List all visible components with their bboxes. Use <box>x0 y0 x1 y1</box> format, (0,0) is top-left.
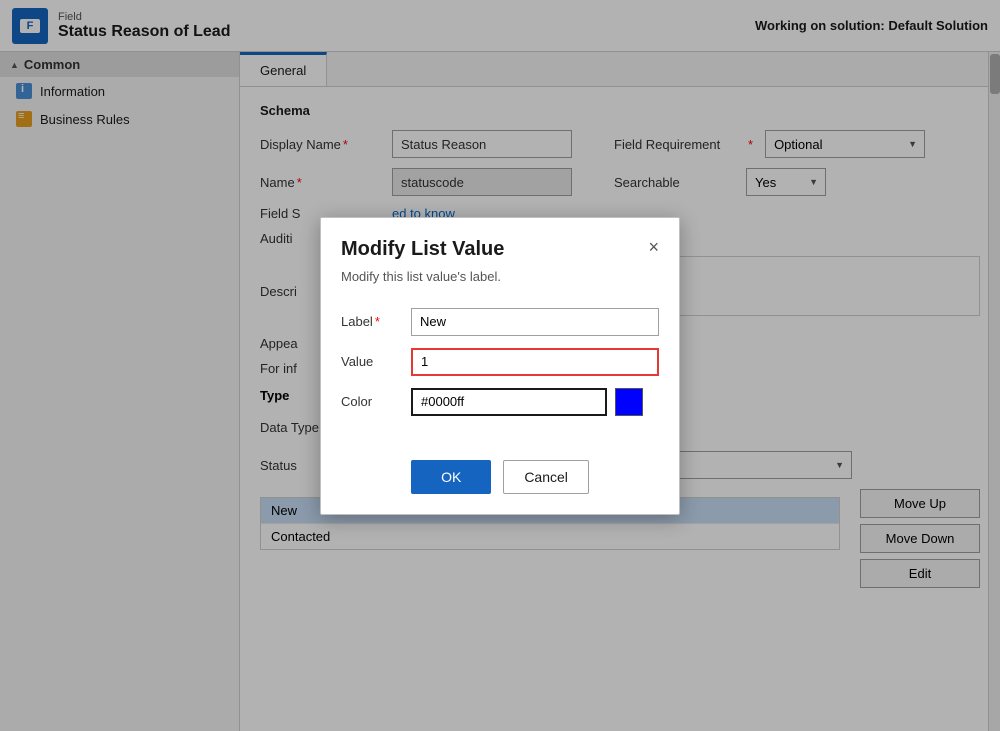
dialog-footer: OK Cancel <box>321 448 679 514</box>
value-field-input[interactable] <box>411 348 659 376</box>
dialog-body: Label* Value Color <box>321 300 679 448</box>
dialog-label-row: Label* <box>341 308 659 336</box>
color-field-input[interactable] <box>411 388 607 416</box>
dialog-header: Modify List Value × <box>321 218 679 269</box>
color-swatch[interactable] <box>615 388 643 416</box>
value-field-label: Value <box>341 354 401 369</box>
color-input-group <box>411 388 643 416</box>
label-field-input[interactable] <box>411 308 659 336</box>
dialog-subtitle: Modify this list value's label. <box>321 269 679 300</box>
cancel-button[interactable]: Cancel <box>503 460 589 494</box>
dialog-close-button[interactable]: × <box>648 238 659 256</box>
label-field-label: Label* <box>341 314 401 329</box>
dialog-title: Modify List Value <box>341 238 504 261</box>
color-field-label: Color <box>341 394 401 409</box>
dialog-overlay: Modify List Value × Modify this list val… <box>0 0 1000 731</box>
dialog-color-row: Color <box>341 388 659 416</box>
dialog-value-row: Value <box>341 348 659 376</box>
ok-button[interactable]: OK <box>411 460 491 494</box>
modify-list-value-dialog: Modify List Value × Modify this list val… <box>320 217 680 515</box>
